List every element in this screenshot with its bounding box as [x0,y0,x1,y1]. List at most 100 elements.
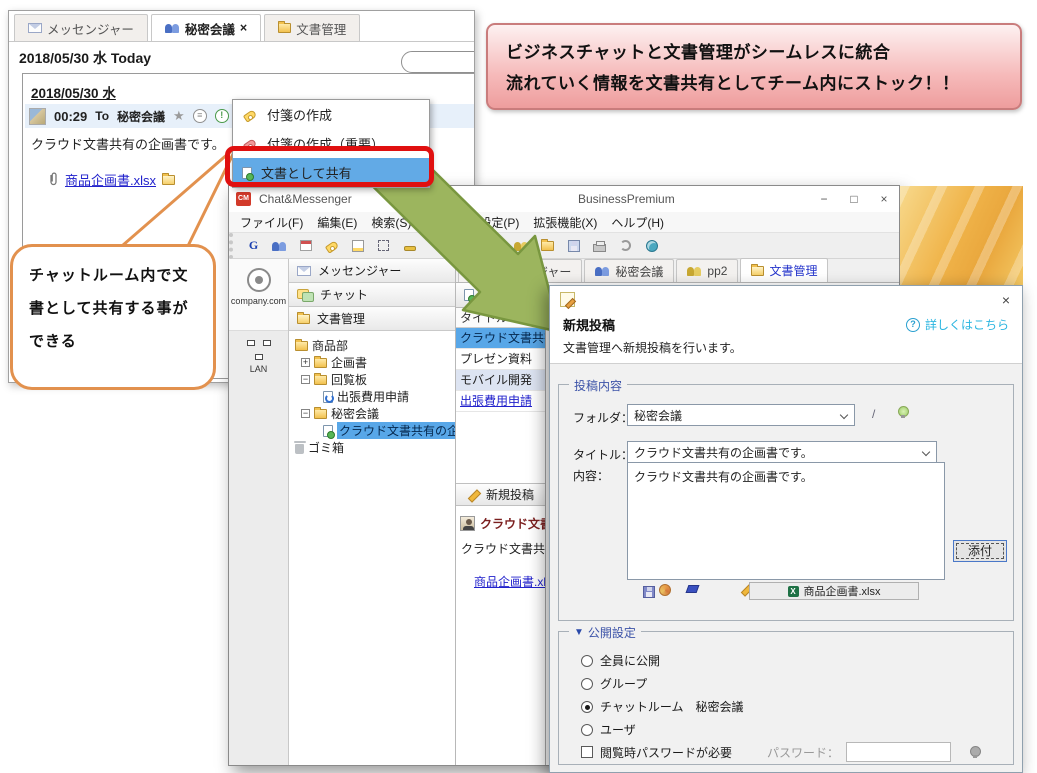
new-post-label: 新規投稿 [486,486,534,503]
menu-extensions[interactable]: 拡張機能(X) [526,214,604,231]
menu-edit[interactable]: 編集(E) [310,214,364,231]
rail-item-lan[interactable]: LAN [229,331,288,374]
title-label: タイトル： [573,446,633,463]
star-icon[interactable]: ★ [173,108,185,124]
dialog-subtitle: 文書管理へ新規投稿を行います。 [563,339,742,356]
menu-help[interactable]: ヘルプ(H) [604,214,671,231]
list-row-mobile-dev[interactable]: モバイル開発 [456,370,545,391]
toolbar-sort-icon[interactable]: a↓ [487,237,504,254]
toolbar-notes-icon[interactable] [349,237,366,254]
important-circle-icon[interactable]: ! [215,109,229,123]
radio-selected-icon[interactable] [581,701,593,713]
toolbar-window-copy-icon[interactable] [565,237,582,254]
folder-icon [297,314,310,324]
toolbar-globe-icon[interactable] [643,237,660,254]
menu-item-create-note[interactable]: 付箋の作成 [233,100,429,129]
attached-file-chip[interactable]: X 商品企画書.xlsx [749,582,919,600]
toolbar-capture-icon[interactable] [375,237,392,254]
attach-button[interactable]: 添付 [953,540,1007,562]
close-button[interactable]: × [869,186,899,212]
password-row: 閲覧時パスワードが必要 パスワード： [581,742,1001,762]
toolbar-sync-icon[interactable] [617,237,634,254]
tab-doc-management[interactable]: 文書管理 [740,258,828,282]
list-row-presentation[interactable]: プレゼン資料 [456,349,545,370]
help-icon: ? [906,318,920,332]
eraser-icon[interactable] [686,585,700,593]
radio-chatroom[interactable]: チャットルーム 秘密会議 [581,698,744,715]
save-icon[interactable] [643,586,655,598]
maximize-button[interactable]: □ [839,186,869,212]
toolbar-folder-add-icon[interactable] [539,237,556,254]
toolbar-google-icon[interactable]: G [245,237,262,254]
triangle-down-icon[interactable]: ▼ [574,627,584,638]
menu-settings[interactable]: 設定(P) [472,214,526,231]
hint-bulb-icon[interactable] [898,406,907,418]
radio-icon[interactable] [581,724,593,736]
radio-icon[interactable] [581,655,593,667]
nav-chat[interactable]: チャット [289,283,455,307]
screenshot-canvas: メッセンジャー 秘密会議 × 文書管理 2018/05/30 水 Today 2… [0,0,1037,773]
toolbar-user-block-icon[interactable] [513,237,530,254]
toolbar-key-icon[interactable] [401,237,418,254]
menu-search[interactable]: 検索(S) [364,214,418,231]
palette-icon[interactable] [659,584,671,596]
collapse-icon[interactable]: − [301,409,310,418]
attachment-link[interactable]: 商品企画書.xlsx [474,573,546,590]
tree-item-plans[interactable]: + 企画書 [293,354,455,371]
tree-item-secret-meeting[interactable]: − 秘密会議 [293,405,455,422]
radio-icon[interactable] [581,678,593,690]
date-header: 2018/05/30 水 Today [19,48,151,68]
nav-docs[interactable]: 文書管理 [289,307,455,331]
open-folder-icon[interactable] [162,175,175,185]
rail-item-company[interactable]: company.com [229,259,288,331]
tab-close-icon[interactable]: × [240,21,247,35]
tab-secret-meeting[interactable]: 秘密会議 [584,259,674,282]
toolbar-tag-icon[interactable] [323,237,340,254]
toolbar-calendar-icon[interactable] [297,237,314,254]
list-row-cloud-doc[interactable]: クラウド文書共有の企画書です。 [456,328,545,349]
tree-item-trash[interactable]: ゴミ箱 [293,439,455,456]
attachment-link[interactable]: 商品企画書.xlsx [65,170,156,189]
tree-item-circular[interactable]: − 回覧板 [293,371,455,388]
tab-label: 秘密会議 [185,19,235,38]
tab-doc-management[interactable]: 文書管理 [264,14,360,41]
list-row-travel-expense[interactable]: 出張費用申請 [456,391,545,412]
preview-title: クラウド文書共有の企画書です。 [480,515,546,532]
password-input[interactable] [846,742,951,762]
content-textarea[interactable]: クラウド文書共有の企画書です。 [627,462,945,580]
collapse-icon[interactable]: − [301,375,310,384]
refresh-button[interactable]: 最新表示 [456,283,545,308]
new-post-button[interactable]: 新規投稿 [456,483,545,506]
search-box[interactable] [401,51,475,73]
dialog-close-button[interactable]: × [1002,292,1010,308]
folder-combobox[interactable]: 秘密会議 [627,404,855,426]
toolbar-users-icon[interactable] [271,237,288,254]
menu-circle-icon[interactable]: ≡ [193,109,207,123]
shared-document-icon [323,425,333,437]
tab-messenger[interactable]: メッセンジャー [14,14,148,41]
help-link[interactable]: ? 詳しくはこちら [906,316,1009,333]
hint-bulb-gray-icon[interactable] [970,746,979,758]
nav-messenger[interactable]: メッセンジャー [289,259,455,283]
tree-item-cloud-doc[interactable]: クラウド文書共有の企画書です。 [293,422,455,439]
tree-item-root[interactable]: 商品部 [293,337,455,354]
radio-group[interactable]: グループ [581,675,647,692]
title-bar[interactable]: CM Chat&Messenger BusinessPremium − □ × [229,186,899,212]
document-list-column: 最新表示 タイトル クラウド文書共有の企画書です。 プレゼン資料 モバイル開発 … [456,283,546,765]
list-header[interactable]: タイトル [456,308,545,328]
password-checkbox[interactable] [581,746,593,758]
menu-bar: ファイル(F) 編集(E) 検索(S) 表示(V) 設定(P) 拡張機能(X) … [229,212,899,233]
menu-view[interactable]: 表示(V) [418,214,472,231]
title-combobox[interactable]: クラウド文書共有の企画書です。 [627,441,937,463]
tab-secret-meeting[interactable]: 秘密会議 × [151,14,261,41]
menu-file[interactable]: ファイル(F) [233,214,310,231]
toolbar-printer-icon[interactable] [591,237,608,254]
date-link[interactable]: 2018/05/30 水 [31,82,116,102]
radio-public-all[interactable]: 全員に公開 [581,652,660,669]
expand-icon[interactable]: + [301,358,310,367]
tab-messenger[interactable]: メッセンジャー [458,259,582,282]
radio-user[interactable]: ユーザ [581,721,636,738]
tab-pp2[interactable]: pp2 [676,259,738,282]
tree-item-travel-expense[interactable]: 出張費用申請 [293,388,455,405]
minimize-button[interactable]: − [809,186,839,212]
